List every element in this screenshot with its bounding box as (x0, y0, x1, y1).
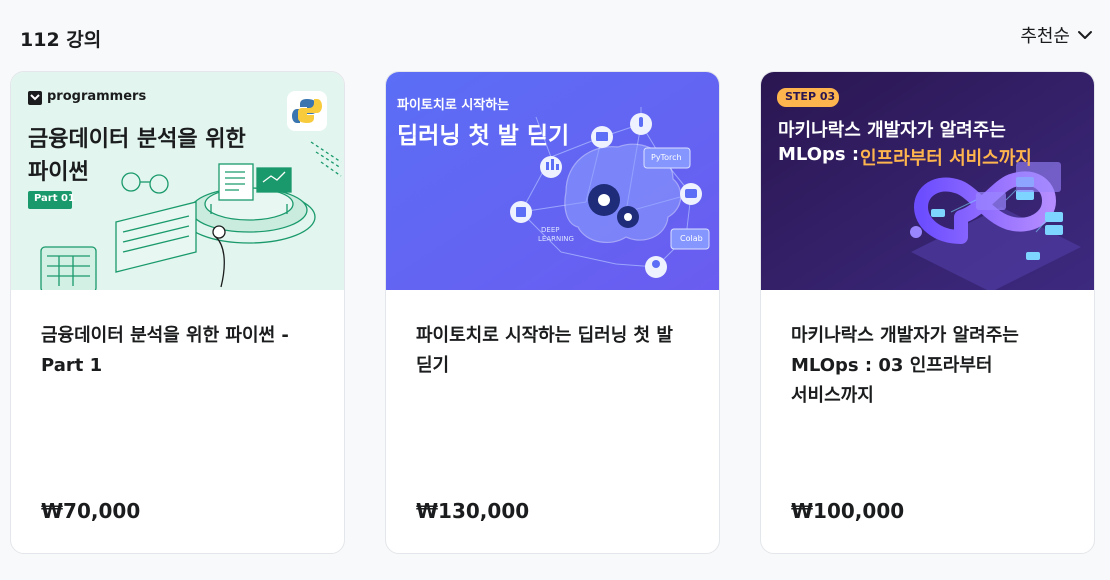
thumb-step-badge: STEP 03 (785, 90, 836, 103)
thumb-label-deep: DEEP (541, 226, 560, 234)
sort-dropdown[interactable]: 추천순 (1020, 22, 1094, 48)
course-thumbnail: programmers 금융데이터 분석을 위한 파이썬 Part 01 (11, 72, 344, 290)
thumb-headline: 마키나락스 개발자가 알려주는 (778, 120, 1006, 141)
thumb-headline: 파이썬 (28, 160, 89, 185)
thumb-headline-mlops: MLOps : (778, 144, 866, 165)
course-title: 파이토치로 시작하는 딥러닝 첫 발 딛기 (416, 325, 673, 376)
course-card[interactable]: programmers 금융데이터 분석을 위한 파이썬 Part 01 금융데… (10, 71, 345, 554)
python-icon (287, 91, 327, 131)
course-count: 112 강의 (20, 29, 102, 51)
course-price: ₩130,000 (416, 499, 530, 523)
thumb-headline: 딥러닝 첫 발 딛기 (397, 123, 570, 149)
sort-label: 추천순 (1020, 26, 1070, 47)
course-card[interactable]: STEP 03 마키나락스 개발자가 알려주는 MLOps : 인프라부터 서비… (760, 71, 1095, 554)
thumb-headline: 금융데이터 분석을 위한 (28, 127, 246, 152)
course-thumbnail: 파이토치로 시작하는 딥러닝 첫 발 딛기 PyTorch Colab DEEP… (386, 72, 719, 290)
course-title: 금융데이터 분석을 위한 파이썬 - Part 1 (41, 325, 289, 376)
thumb-subtitle: 파이토치로 시작하는 (397, 98, 510, 113)
thumb-headline-highlight: 인프라부터 서비스까지 (860, 148, 1032, 169)
course-thumbnail: STEP 03 마키나락스 개발자가 알려주는 MLOps : 인프라부터 서비… (761, 72, 1094, 290)
thumb-brand: programmers (47, 89, 147, 104)
course-title: 마키나락스 개발자가 알려주는 MLOps : 03 인프라부터 서비스까지 (791, 325, 1019, 406)
thumb-label-pytorch: PyTorch (651, 153, 682, 162)
thumb-badge: Part 01 (34, 193, 75, 204)
course-list: programmers 금융데이터 분석을 위한 파이썬 Part 01 금융데… (10, 71, 1095, 554)
course-card[interactable]: 파이토치로 시작하는 딥러닝 첫 발 딛기 PyTorch Colab DEEP… (385, 71, 720, 554)
course-price: ₩70,000 (41, 499, 141, 523)
thumb-label-learning: LEARNING (538, 235, 574, 243)
thumb-label-colab: Colab (680, 234, 703, 243)
course-price: ₩100,000 (791, 499, 905, 523)
chevron-down-icon (1078, 31, 1092, 39)
